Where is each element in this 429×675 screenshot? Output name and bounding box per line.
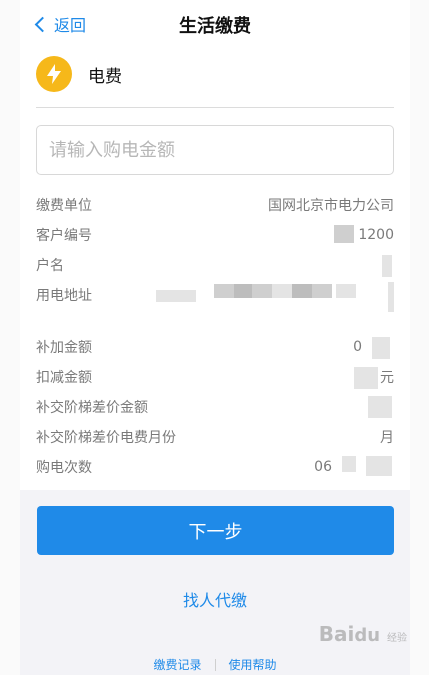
redaction xyxy=(292,284,312,298)
row-label: 购电次数 xyxy=(36,460,92,476)
row-label: 扣减金额 xyxy=(36,370,92,386)
service-label: 电费 xyxy=(88,66,122,87)
row-value: 元 xyxy=(380,370,394,386)
redaction xyxy=(334,225,354,243)
footer-divider xyxy=(214,658,216,671)
redaction xyxy=(382,255,392,277)
baidu-watermark-logo: Baidu 经验 xyxy=(318,622,407,646)
fee-row-deduction: 扣减金额 元 xyxy=(36,362,394,392)
left-margin xyxy=(0,0,20,675)
fee-row-purchase-count: 购电次数 06 xyxy=(36,452,394,482)
lightning-bolt-icon xyxy=(36,56,72,92)
amount-input[interactable] xyxy=(36,125,394,175)
help-link[interactable]: 使用帮助 xyxy=(229,656,277,673)
action-area: 下一步 找人代缴 缴费记录 使用帮助 xyxy=(20,490,410,675)
info-row-customer-id: 客户编号 1200 xyxy=(36,220,394,250)
row-value: 06 xyxy=(314,459,332,475)
redaction xyxy=(366,456,392,476)
fee-row-tier-month: 补交阶梯差价电费月份 月 xyxy=(36,422,394,452)
redaction xyxy=(336,284,356,298)
row-value: 月 xyxy=(380,430,394,446)
page-title: 生活缴费 xyxy=(179,16,251,37)
payment-records-link[interactable]: 缴费记录 xyxy=(153,656,201,673)
redaction xyxy=(156,290,196,302)
divider xyxy=(36,107,394,108)
footer-links: 缴费记录 使用帮助 xyxy=(20,656,410,673)
info-row-unit: 缴费单位 国网北京市电力公司 xyxy=(36,190,394,220)
info-row-address: 用电地址 xyxy=(36,280,394,312)
row-label: 客户编号 xyxy=(36,228,92,244)
redaction xyxy=(388,282,394,312)
next-step-button[interactable]: 下一步 xyxy=(37,506,394,555)
redaction xyxy=(354,367,378,389)
proxy-pay-link[interactable]: 找人代缴 xyxy=(20,587,410,611)
nav-bar: 返回 生活缴费 xyxy=(20,0,410,46)
app-screen: 返回 生活缴费 电费 缴费单位 国网北京市电力公司 客户编号 1200 户名 用 xyxy=(20,0,410,675)
fee-row-surcharge: 补加金额 0 xyxy=(36,332,394,362)
redaction xyxy=(342,456,356,472)
row-label: 补交阶梯差价金额 xyxy=(36,400,148,416)
info-row-account-name: 户名 xyxy=(36,250,394,280)
redaction xyxy=(214,284,234,298)
row-value: 国网北京市电力公司 xyxy=(268,198,394,214)
service-header: 电费 xyxy=(36,56,122,92)
redaction xyxy=(234,284,252,298)
bill-info: 缴费单位 国网北京市电力公司 客户编号 1200 户名 用电地址 补加金额 0 … xyxy=(36,190,394,482)
row-label: 户名 xyxy=(36,258,64,274)
redaction xyxy=(372,337,390,359)
redaction xyxy=(368,396,392,418)
redaction xyxy=(312,284,332,298)
row-label: 补加金额 xyxy=(36,340,92,356)
row-value: 1200 xyxy=(358,227,394,243)
row-label: 用电地址 xyxy=(36,288,92,304)
right-margin xyxy=(409,0,429,675)
row-value: 0 xyxy=(353,339,362,355)
fee-row-tier-amount: 补交阶梯差价金额 xyxy=(36,392,394,422)
redaction xyxy=(272,284,292,298)
redaction xyxy=(252,284,272,298)
row-label: 缴费单位 xyxy=(36,198,92,214)
row-label: 补交阶梯差价电费月份 xyxy=(36,430,176,446)
